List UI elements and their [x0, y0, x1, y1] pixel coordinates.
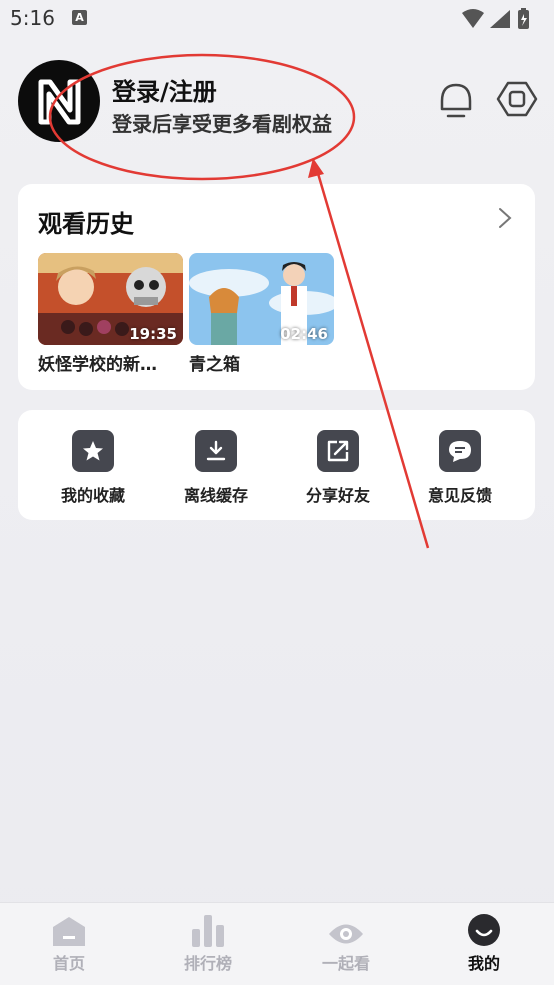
nav-ranking[interactable]: 排行榜	[158, 911, 258, 974]
bell-button[interactable]	[434, 77, 478, 121]
history-title: 观看历史	[38, 210, 134, 238]
history-item-title[interactable]: 妖怪学校的新…	[38, 350, 186, 375]
feedback-label: 意见反馈	[427, 486, 492, 505]
offline-cache-label: 离线缓存	[183, 486, 248, 505]
status-icons	[460, 8, 540, 34]
eye-icon	[296, 911, 396, 947]
bottom-nav: 首页 排行榜 一起看 我的	[0, 902, 554, 985]
download-icon	[195, 430, 237, 472]
actions-card: 我的收藏 离线缓存 分享好友 意见反馈	[18, 410, 535, 520]
profile-icon	[434, 911, 534, 947]
login-subtitle[interactable]: 登录后享受更多看剧权益	[112, 108, 332, 137]
video-duration: 02:46	[280, 325, 328, 343]
favorites-label: 我的收藏	[60, 486, 125, 505]
status-bar: 5:16 A	[0, 0, 554, 40]
settings-button[interactable]	[495, 77, 539, 121]
nav-ranking-label: 排行榜	[183, 954, 232, 973]
nav-profile[interactable]: 我的	[434, 911, 534, 974]
nav-home[interactable]: 首页	[19, 911, 119, 974]
star-icon	[72, 430, 114, 472]
history-card: 观看历史 19:35 妖怪学校的新… 02:46 青之箱	[18, 184, 535, 390]
video-duration: 19:35	[129, 325, 177, 343]
notification-icon: A	[72, 10, 87, 25]
feedback-icon	[439, 430, 481, 472]
chevron-right-icon[interactable]	[497, 206, 513, 230]
bell-icon	[440, 83, 472, 118]
status-time: 5:16	[10, 6, 55, 30]
feedback-button[interactable]: 意见反馈	[405, 430, 515, 506]
ranking-icon	[158, 911, 258, 947]
share-friends-label: 分享好友	[305, 486, 370, 505]
home-icon	[19, 911, 119, 947]
favorites-button[interactable]: 我的收藏	[38, 430, 148, 506]
wifi-icon	[462, 9, 484, 28]
login-title[interactable]: 登录/注册	[112, 72, 217, 107]
history-thumb-2[interactable]: 02:46	[189, 253, 334, 345]
nav-profile-label: 我的	[467, 954, 500, 973]
nav-watch-together[interactable]: 一起看	[296, 911, 396, 974]
settings-icon	[496, 81, 538, 117]
nav-home-label: 首页	[52, 954, 85, 973]
share-friends-button[interactable]: 分享好友	[283, 430, 393, 506]
battery-icon	[518, 8, 529, 29]
history-item-title[interactable]: 青之箱	[189, 350, 334, 375]
signal-icon	[490, 10, 510, 28]
app-logo-icon	[38, 79, 81, 125]
avatar[interactable]	[18, 60, 100, 142]
offline-cache-button[interactable]: 离线缓存	[161, 430, 271, 506]
share-icon	[317, 430, 359, 472]
history-thumb-1[interactable]: 19:35	[38, 253, 183, 345]
nav-watch-together-label: 一起看	[321, 954, 370, 973]
